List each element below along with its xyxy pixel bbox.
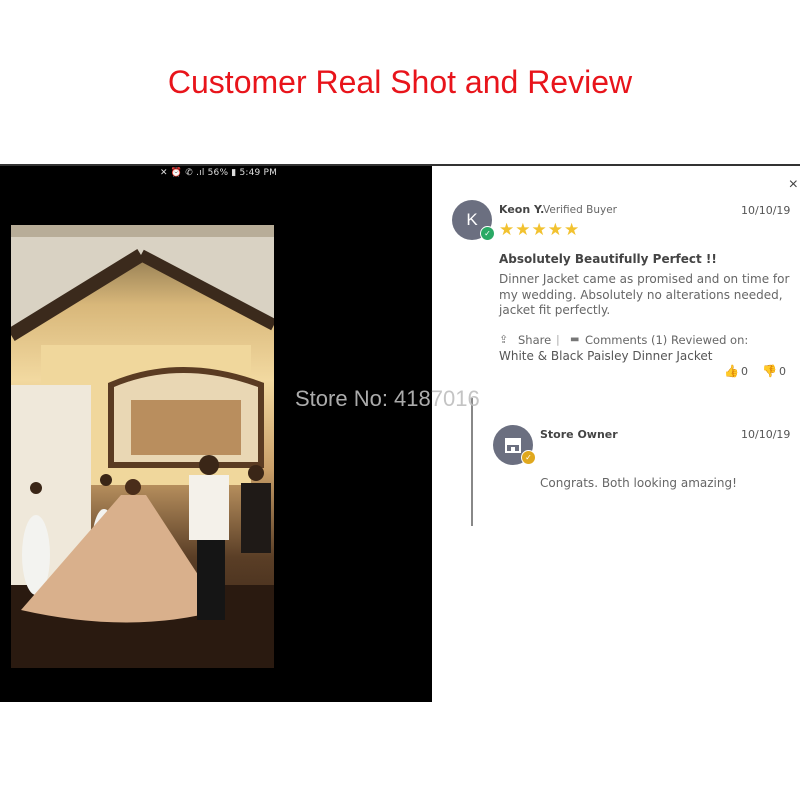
downvote-count: 0 — [779, 365, 786, 378]
phone-status-bar: ✕ ⏰ ✆ .ıl 56% ▮ 5:49 PM — [160, 168, 278, 178]
reply-author: Store Owner — [540, 428, 618, 441]
thumbs-down-icon[interactable]: 👎 — [762, 364, 777, 378]
review-body-line: jacket fit perfectly. — [499, 303, 611, 317]
review-body-line: Dinner Jacket came as promised and on ti… — [499, 272, 790, 286]
reply-thread-line — [471, 398, 473, 526]
review-title: Absolutely Beautifully Perfect !! — [499, 252, 717, 266]
action-separator: | — [556, 333, 560, 346]
share-icon[interactable]: ⇪ — [499, 333, 508, 346]
customer-photo[interactable] — [11, 225, 274, 668]
reply-text: Congrats. Both looking amazing! — [540, 476, 737, 490]
reply-date: 10/10/19 — [741, 428, 791, 441]
store-icon — [505, 438, 521, 453]
verified-check-icon: ✓ — [480, 226, 495, 241]
banner-title: Customer Real Shot and Review — [167, 64, 633, 100]
verified-buyer-label: Verified Buyer — [543, 204, 617, 216]
star-rating: ★★★★★ — [499, 220, 581, 240]
wedding-photo-illustration — [11, 225, 274, 668]
comment-icon: ▬ — [570, 334, 580, 345]
thumbs-up-icon[interactable]: 👍 — [724, 364, 739, 378]
avatar-initial: K — [466, 210, 478, 229]
comments-link[interactable]: Comments (1) — [585, 333, 667, 347]
close-icon[interactable]: × — [789, 176, 798, 194]
upvote-count: 0 — [741, 365, 748, 378]
reviewer-name: Keon Y. — [499, 203, 545, 216]
share-link[interactable]: Share — [518, 333, 551, 347]
review-body-line: my wedding. Absolutely no alterations ne… — [499, 288, 783, 302]
store-watermark: Store No: 4187016 — [295, 386, 480, 411]
reviewed-on-label: Reviewed on: — [671, 333, 749, 347]
review-date: 10/10/19 — [741, 204, 791, 217]
store-verified-check-icon: ✓ — [521, 450, 536, 465]
product-link[interactable]: White & Black Paisley Dinner Jacket — [499, 349, 712, 363]
